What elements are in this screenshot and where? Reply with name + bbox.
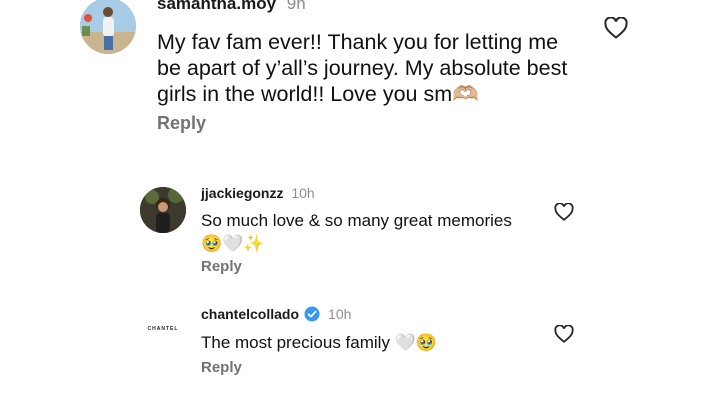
comment-username[interactable]: samantha.moy 9h [157, 0, 306, 14]
reply-button[interactable]: Reply [157, 113, 206, 134]
comment-username[interactable]: jjackiegonzz 10h [201, 185, 315, 201]
avatar-logo-text: CHANTEL [147, 326, 179, 332]
comment-text: The most precious family 🤍🥹 [201, 333, 438, 352]
heart-outline-icon[interactable] [554, 324, 574, 348]
comment-text: So much love & so many great memories 🥹🤍… [201, 211, 512, 253]
avatar[interactable]: CHANTEL [140, 307, 186, 353]
comment-time: 10h [291, 185, 315, 201]
reply-button[interactable]: Reply [201, 359, 242, 376]
comment-time: 9h [286, 0, 306, 13]
heart-outline-icon[interactable] [554, 202, 574, 226]
verified-badge-icon [304, 306, 320, 325]
reply-button[interactable]: Reply [201, 258, 242, 275]
comment-time: 10h [328, 306, 352, 322]
comment-text: My fav fam ever!! Thank you for letting … [157, 30, 568, 106]
comment-username[interactable]: chantelcollado 10h [201, 306, 351, 325]
avatar[interactable] [80, 0, 136, 54]
heart-outline-icon[interactable] [604, 16, 628, 44]
avatar[interactable] [140, 187, 186, 233]
